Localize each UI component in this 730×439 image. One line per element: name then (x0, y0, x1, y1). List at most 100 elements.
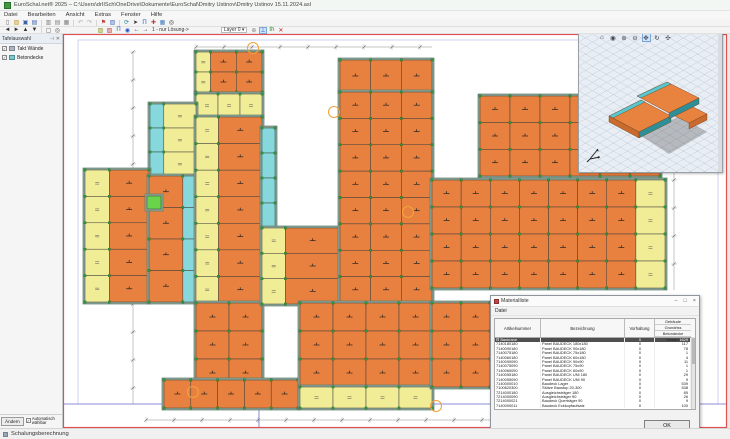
new-document-icon[interactable]: ▯ (4, 19, 12, 26)
pin-icon[interactable]: ⊣ (49, 36, 53, 42)
material-window-title: Materialliste (501, 298, 668, 304)
col-gebaeude-stack[interactable]: Gebäude Grundriss Betondecke Gesamt (655, 319, 691, 337)
deck-icon (9, 55, 15, 60)
col-bezeichnung[interactable]: Bezeichnung (541, 319, 625, 337)
menu-bearbeiten[interactable]: Bearbeiten (28, 12, 56, 18)
print-icon[interactable]: ▦ (63, 19, 71, 26)
table-cell: 100 (655, 404, 691, 408)
panel-footer: Ändern ✓ Automatisch wählbar (0, 414, 62, 428)
window-title: EuroSchal.net® 2025 – C:\Users\drIISch\O… (14, 2, 311, 8)
toolbar2-left-group: ◄►▲▼ ▢◎ (3, 27, 62, 34)
zoom-icon[interactable]: ◎ (168, 19, 176, 26)
table-cell: 0 (625, 404, 655, 408)
toolbar-separator (41, 27, 42, 33)
pan-down-icon[interactable]: ▼ (31, 27, 39, 34)
panel-tafelauswahl: Tafelauswahl ⊣ ✕ ✓ Takt Wände ✓ Betondec… (0, 34, 63, 428)
window-materialliste: Materialliste – □ × Datei Artikelnummer … (490, 295, 700, 437)
solution-dropdown[interactable]: 1 - nur Lösung-> (152, 27, 189, 33)
material-table-body[interactable]: ⊟ Baukrane016297140180180Panel BAUDECK 1… (495, 338, 695, 409)
layout-icon[interactable]: ▤ (54, 19, 62, 26)
refresh-icon[interactable]: ⟳ (123, 19, 131, 26)
panel-header: Tafelauswahl ⊣ ✕ (0, 34, 62, 44)
material-scrollbar[interactable] (691, 337, 695, 409)
scrollbar-thumb[interactable] (692, 338, 695, 364)
step-forward-icon[interactable]: → (142, 27, 150, 34)
material-window-icon (494, 299, 499, 304)
step-back-icon[interactable]: ← (133, 27, 141, 34)
menu-ansicht[interactable]: Ansicht (66, 12, 85, 18)
toolbar-separator (73, 20, 74, 26)
color-flag-icon[interactable]: ⚑ (100, 19, 108, 26)
close-icon[interactable]: ✕ (56, 36, 60, 42)
toolbar2-mid-group: ▨▨Π◉←→ (96, 27, 150, 34)
toolbar-navigation: ◄►▲▼▢◎ ▨▨Π◉←→ 1 - nur Lösung-> Layer 0 ▾… (0, 27, 730, 34)
wall-icon (9, 46, 15, 51)
title-bar: EuroSchal.net® 2025 – C:\Users\drIISch\O… (0, 0, 730, 11)
pi-measure-icon[interactable]: Π (141, 19, 149, 26)
layer-dropdown[interactable]: Layer 0 ▾ (221, 27, 248, 34)
tree-item-betondecke[interactable]: ✓ Betondecke (0, 53, 62, 62)
cursor-icon[interactable]: ➤ (132, 19, 140, 26)
tree-label: Takt Wände (17, 46, 43, 52)
material-title-bar: Materialliste – □ × (491, 296, 699, 307)
support-icon[interactable]: ⊥ (259, 27, 267, 34)
col-artikelnummer[interactable]: Artikelnummer (495, 319, 541, 337)
3d-viewport[interactable]: ⌂◉⊕⊖✥↻✣ (579, 32, 722, 172)
copy-icon[interactable]: ▥ (45, 19, 53, 26)
toolbar-separator (41, 20, 42, 26)
menu-fenster[interactable]: Fenster (121, 12, 141, 18)
pan-right-icon[interactable]: ► (13, 27, 21, 34)
chevron-down-icon: ▾ (242, 27, 245, 33)
status-bar: Schalungsberechnung (0, 428, 730, 439)
table-icon[interactable]: ▦ (159, 19, 167, 26)
save-icon[interactable]: ▣ (22, 19, 30, 26)
change-button[interactable]: Ändern (1, 417, 24, 426)
auto-select-checkbox[interactable]: ✓ (26, 418, 31, 423)
col-vorhaltung[interactable]: Vorhaltung (625, 319, 655, 337)
status-text: Schalungsberechnung (11, 431, 69, 437)
save-all-icon[interactable]: ▤ (31, 19, 39, 26)
window-3d-view: 3D-Isys3 ▫ ▦ Isometrische Ansicht Ansich… (578, 10, 723, 173)
toolbar-separator (96, 20, 97, 26)
pan-up-icon[interactable]: ▲ (22, 27, 30, 34)
material-table-header: Artikelnummer Bezeichnung Vorhaltung Geb… (495, 319, 695, 338)
material-table: Artikelnummer Bezeichnung Vorhaltung Geb… (494, 318, 696, 410)
undo-icon[interactable]: ↶ (77, 19, 85, 26)
takt-show-icon[interactable]: ▨ (97, 27, 105, 34)
tree-label: Betondecke (17, 55, 43, 61)
redo-icon[interactable]: ↷ (86, 19, 94, 26)
window-zoom-icon[interactable]: ▢ (45, 27, 53, 34)
info-icon[interactable]: ◉ (124, 27, 132, 34)
table-cell: 7140000011 (495, 404, 541, 408)
tree-item-takt-waende[interactable]: ✓ Takt Wände (0, 44, 62, 53)
toolbar2-right-group: ⊕⊥th✕ (249, 27, 285, 34)
magnifier-icon[interactable]: ◎ (54, 27, 62, 34)
table-row[interactable]: 7140000011Baudeck Eckkopfaufsatz0100 (495, 404, 695, 408)
close-icon[interactable]: × (693, 298, 696, 304)
pan-left-icon[interactable]: ◄ (4, 27, 12, 34)
table-cell: Baudeck Eckkopfaufsatz (541, 404, 625, 408)
menu-hilfe[interactable]: Hilfe (151, 12, 163, 18)
checkbox-betondecke[interactable]: ✓ (2, 55, 7, 60)
app-logo-icon (4, 2, 11, 9)
pi-icon[interactable]: Π (115, 27, 123, 34)
minimize-icon[interactable]: – (674, 298, 677, 304)
menu-datei[interactable]: Datei (4, 12, 18, 18)
auto-select-option[interactable]: ✓ Automatisch wählbar (26, 417, 54, 426)
delete-solution-icon[interactable]: ✕ (277, 27, 285, 34)
checkbox-takt-waende[interactable]: ✓ (2, 46, 7, 51)
takt-delete-icon[interactable]: ▨ (106, 27, 114, 34)
image-icon[interactable]: ▧ (109, 19, 117, 26)
settings-icon[interactable]: ⊕ (250, 27, 258, 34)
menu-extras[interactable]: Extras (95, 12, 111, 18)
auto-select-label: Automatisch wählbar (32, 417, 54, 426)
open-folder-icon[interactable]: ▨ (13, 19, 21, 26)
add-icon[interactable]: ✚ (150, 19, 158, 26)
axis-indicator-icon (585, 144, 605, 164)
status-icon (3, 432, 8, 437)
material-menu-datei[interactable]: Datei (495, 308, 507, 314)
height-icon[interactable]: th (268, 27, 276, 34)
material-menu-bar: Datei (491, 307, 699, 316)
maximize-icon[interactable]: □ (683, 298, 686, 304)
menu-bar: Datei Bearbeiten Ansicht Extras Fenster … (0, 11, 730, 19)
